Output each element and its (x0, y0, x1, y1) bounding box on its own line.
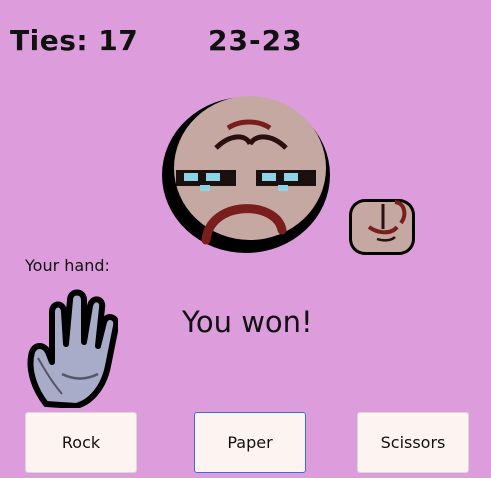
your-hand-label: Your hand: (25, 256, 110, 275)
ties-counter: Ties: 17 (10, 24, 139, 57)
score-display: 23-23 (208, 24, 303, 57)
opponent-sad-face-icon (162, 96, 330, 253)
scissors-button[interactable]: Scissors (357, 412, 469, 473)
rock-button[interactable]: Rock (25, 412, 137, 473)
opponent-rock-fist-icon (349, 199, 415, 255)
player-paper-hand-icon (27, 289, 118, 408)
paper-button[interactable]: Paper (194, 412, 306, 473)
round-result: You won! (182, 305, 313, 339)
